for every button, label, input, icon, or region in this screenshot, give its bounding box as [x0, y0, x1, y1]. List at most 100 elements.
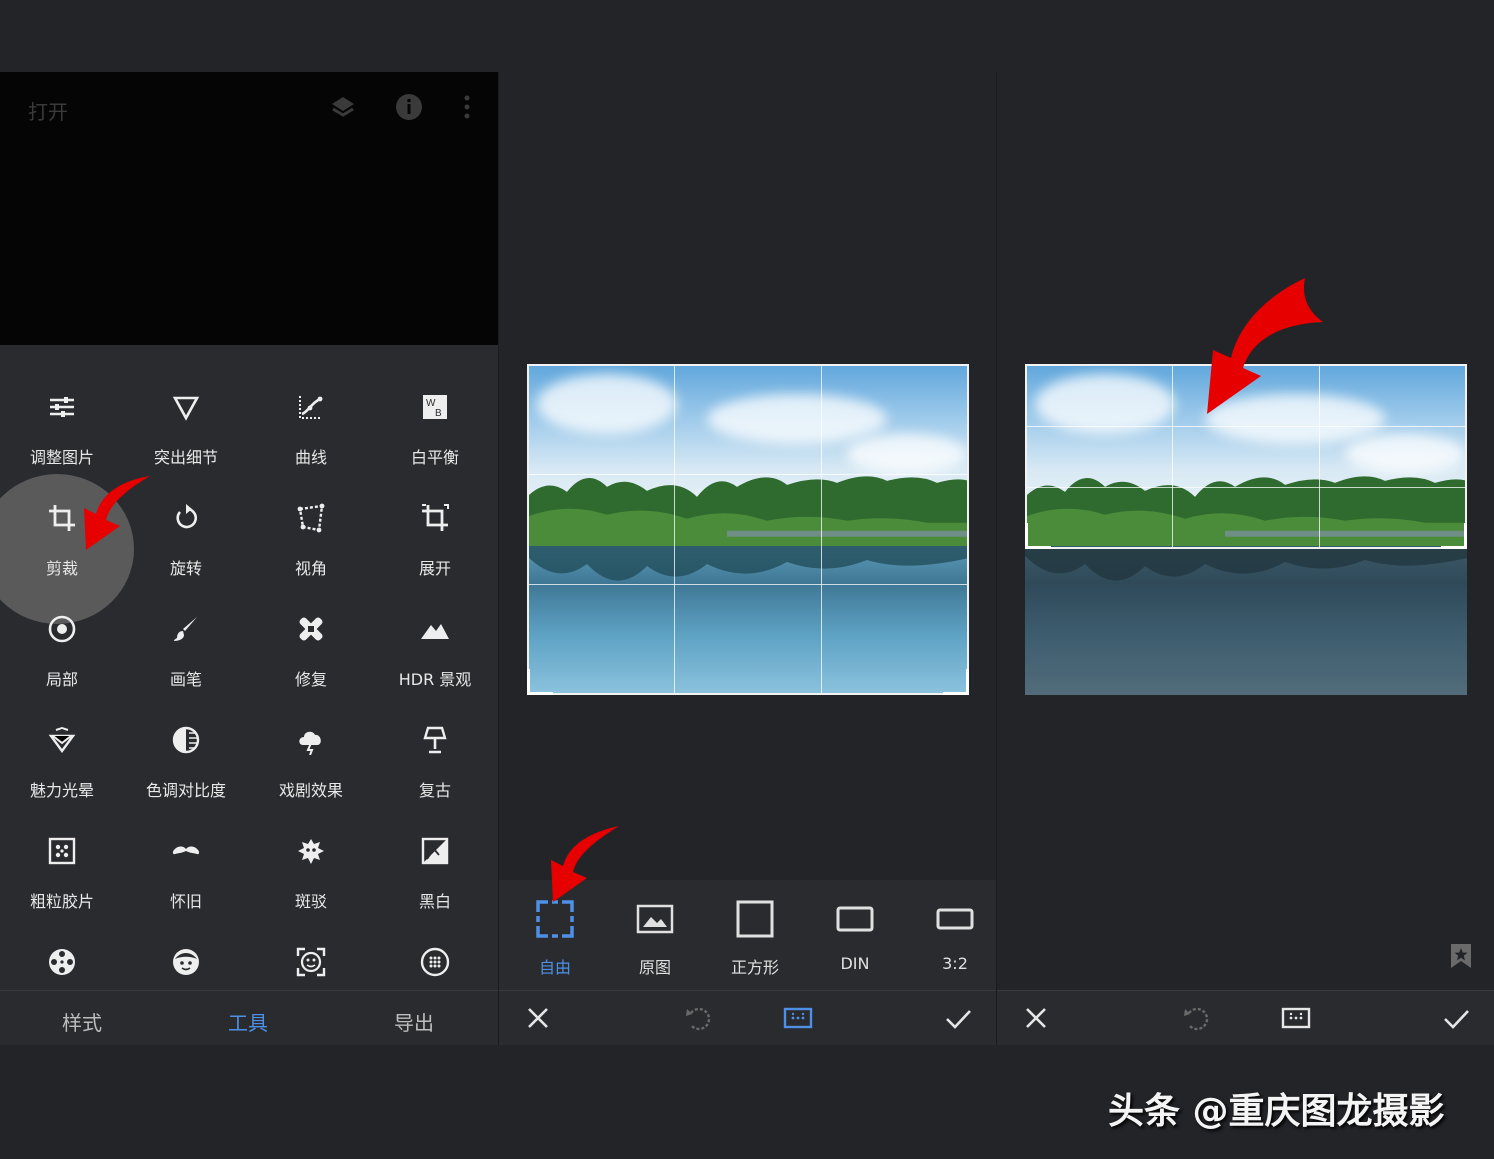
grain-icon — [48, 837, 76, 865]
tool-label: 复古 — [418, 781, 451, 800]
bottom-tab-bar: 样式 工具 导出 — [0, 990, 498, 1045]
mountain-icon — [421, 624, 449, 639]
tool-lamp[interactable]: 复古 — [373, 705, 497, 805]
close-icon[interactable] — [523, 1003, 553, 1033]
watermark: 头条 @重庆图龙摄影 — [1108, 1091, 1445, 1132]
crop-handle-bottom-left[interactable] — [527, 669, 553, 695]
brush-icon — [174, 617, 197, 641]
tool-mustache[interactable]: 怀旧 — [124, 816, 248, 916]
bandage-icon — [299, 617, 323, 641]
crop-option-label: DIN — [840, 954, 870, 973]
square-icon — [736, 900, 774, 938]
crop-option-label: 正方形 — [730, 958, 779, 977]
tools-panel: 打开 调整图片 突出细节 曲线 W B 白平衡剪裁 旋转 视角 展开局部 画笔 修复 HDR 景观魅力… — [0, 72, 498, 1045]
close-icon[interactable] — [1021, 1003, 1051, 1033]
crop-option-3-2[interactable]: 3:2 — [903, 880, 1003, 990]
red-arrow-annotation — [551, 826, 619, 902]
tool-label: 白平衡 — [410, 448, 459, 467]
crop-handle-bottom-right[interactable] — [1441, 523, 1467, 549]
tab-tools[interactable]: 工具 — [198, 1007, 298, 1036]
crop-editor-panel: 自由 原图 正方形 DIN 3:2 — [498, 72, 997, 1045]
crop-handle-bottom-left[interactable] — [1025, 523, 1051, 549]
open-button[interactable]: 打开 — [28, 96, 68, 125]
svg-text:B: B — [435, 408, 442, 419]
tool-label: 画笔 — [169, 670, 202, 689]
tool-label: 突出细节 — [153, 448, 218, 467]
tool-grain[interactable]: 粗粒胶片 — [0, 816, 124, 916]
tool-label: 戏剧效果 — [278, 781, 343, 800]
photo-preview-empty: 打开 — [0, 72, 498, 345]
film-reel-icon — [49, 949, 75, 975]
crop-action-bar — [499, 990, 997, 1045]
perspective-icon — [297, 503, 325, 533]
tool-label: 剪裁 — [45, 559, 78, 578]
tool-curves[interactable]: 曲线 — [249, 372, 373, 472]
curves-icon — [299, 396, 323, 419]
cloud-lightning-icon — [299, 731, 321, 755]
crop-option-square[interactable]: 正方形 — [703, 880, 803, 990]
tool-label: 粗粒胶片 — [29, 892, 94, 911]
tool-white-balance[interactable]: W B 白平衡 — [373, 372, 497, 472]
tool-label: 调整图片 — [29, 448, 94, 467]
tool-label: HDR 景观 — [398, 670, 472, 689]
diamond-icon — [48, 726, 76, 754]
mustache-icon — [172, 846, 200, 855]
bookmark-star-icon[interactable] — [1449, 942, 1473, 970]
tool-label: 展开 — [418, 559, 451, 578]
expand-crop-icon — [422, 504, 449, 531]
red-arrow-annotation — [1207, 278, 1323, 414]
tool-label: 曲线 — [294, 448, 327, 467]
black-white-icon — [421, 837, 449, 865]
white-balance-icon: WB — [423, 395, 447, 419]
tool-tune[interactable]: 调整图片 — [0, 372, 124, 472]
layers-icon[interactable] — [328, 92, 358, 122]
din-rect-icon — [836, 906, 874, 932]
check-icon[interactable] — [943, 1003, 973, 1033]
tool-label: 修复 — [294, 670, 327, 689]
tool-label: 怀旧 — [169, 892, 202, 911]
crop-frame[interactable] — [527, 364, 969, 695]
triangle-down-icon — [172, 396, 200, 421]
tool-mountain[interactable]: HDR 景观 — [373, 594, 497, 694]
tool-expand-crop[interactable]: 展开 — [373, 483, 497, 583]
tool-perspective[interactable]: 视角 — [249, 483, 373, 583]
rotate-aspect-icon[interactable] — [1181, 1003, 1211, 1033]
tool-label: 视角 — [294, 559, 327, 578]
crop-option-din[interactable]: DIN — [803, 880, 903, 990]
crop-photo[interactable] — [527, 364, 969, 695]
aspect-options-icon[interactable] — [1281, 1003, 1311, 1033]
tool-label: 斑驳 — [294, 892, 327, 911]
rotate-aspect-icon[interactable] — [683, 1003, 713, 1033]
tab-styles[interactable]: 样式 — [32, 1007, 132, 1036]
info-icon[interactable] — [394, 92, 424, 122]
ratio-rect-icon — [936, 908, 974, 930]
tool-cloud-lightning[interactable]: 戏剧效果 — [249, 705, 373, 805]
tool-label: 局部 — [45, 670, 78, 689]
tool-diamond[interactable]: 魅力光晕 — [0, 705, 124, 805]
check-icon[interactable] — [1441, 1003, 1471, 1033]
tool-bandage[interactable]: 修复 — [249, 594, 373, 694]
dots-circle-icon — [420, 947, 450, 977]
face-icon — [173, 949, 199, 975]
face-frame-icon — [296, 947, 326, 977]
tool-brush[interactable]: 画笔 — [124, 594, 248, 694]
tool-grunge[interactable]: 斑驳 — [249, 816, 373, 916]
tool-label: 旋转 — [169, 559, 202, 578]
tool-contrast[interactable]: 色调对比度 — [124, 705, 248, 805]
tool-target[interactable]: 局部 — [0, 594, 124, 694]
aspect-options-icon[interactable] — [783, 1003, 813, 1033]
grunge-icon — [298, 839, 324, 864]
target-icon — [48, 615, 76, 643]
crop-handle-bottom-right[interactable] — [943, 669, 969, 695]
tool-label: 色调对比度 — [145, 781, 226, 800]
tab-export[interactable]: 导出 — [364, 1007, 464, 1036]
crop-option-label: 原图 — [638, 958, 671, 977]
tool-black-white[interactable]: 黑白 — [373, 816, 497, 916]
tool-triangle-down[interactable]: 突出细节 — [124, 372, 248, 472]
red-arrow-annotation — [84, 476, 150, 550]
crop-result-panel — [996, 72, 1494, 1045]
tune-icon — [50, 397, 74, 417]
contrast-icon — [172, 726, 200, 754]
more-vert-icon[interactable] — [452, 92, 482, 122]
tool-label: 魅力光晕 — [29, 781, 94, 800]
